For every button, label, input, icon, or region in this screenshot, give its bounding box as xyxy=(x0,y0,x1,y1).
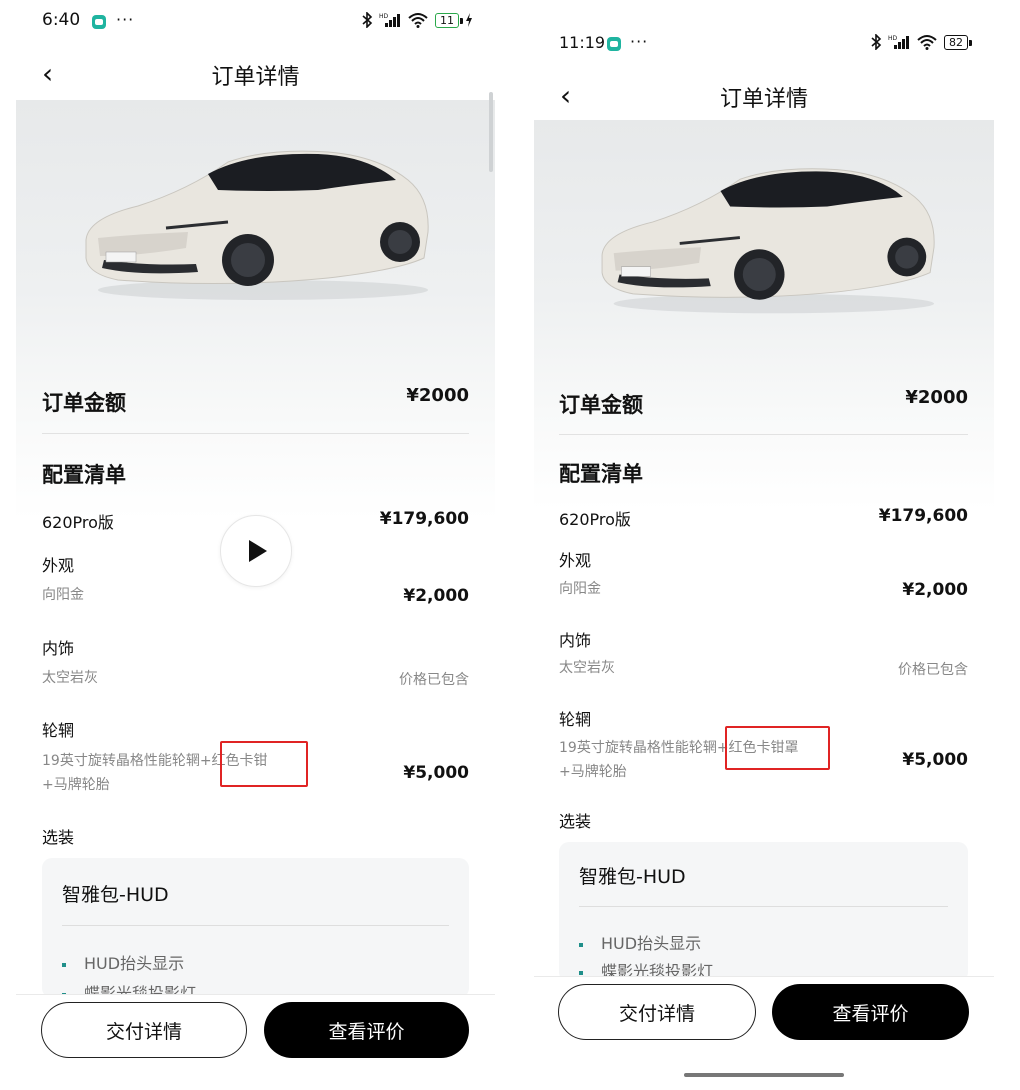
charging-icon xyxy=(466,13,472,27)
bluetooth-icon xyxy=(871,34,882,50)
divider xyxy=(559,434,968,435)
status-time: 6:40 xyxy=(42,10,81,30)
wheels-label: 轮辋 xyxy=(559,710,592,729)
scrollbar[interactable] xyxy=(489,92,493,172)
option-card[interactable]: 智雅包-HUD HUD抬头显示 蝶影光毯投影灯 xyxy=(42,858,469,998)
car-hero-image xyxy=(534,120,994,510)
highlight-box xyxy=(725,726,830,770)
config-title: 配置清单 xyxy=(42,463,126,487)
feature-item: HUD抬头显示 xyxy=(579,930,701,954)
exterior-value: 向阳金 xyxy=(42,587,84,603)
app-notification-icon xyxy=(607,37,621,51)
more-notifications-icon: ··· xyxy=(630,32,649,51)
order-amount-label: 订单金额 xyxy=(559,393,643,417)
exterior-value: 向阳金 xyxy=(559,581,601,597)
wifi-icon xyxy=(917,35,937,50)
version-label: 620Pro版 xyxy=(559,510,631,529)
exterior-price: ¥2,000 xyxy=(902,580,968,600)
page-title: 订单详情 xyxy=(211,65,300,90)
order-amount-value: ¥2000 xyxy=(406,385,469,406)
exterior-price: ¥2,000 xyxy=(403,586,469,606)
wheels-label: 轮辋 xyxy=(42,721,75,740)
bluetooth-icon xyxy=(362,12,373,28)
card-divider xyxy=(62,925,449,926)
bullet-icon xyxy=(579,942,583,947)
exterior-label: 外观 xyxy=(559,551,592,570)
signal-icon: HD xyxy=(379,13,400,27)
bullet-icon xyxy=(62,962,66,967)
page-title: 订单详情 xyxy=(719,87,808,112)
car-image xyxy=(601,168,935,314)
wheels-value-line2: +马牌轮胎 xyxy=(42,777,110,793)
interior-value: 太空岩灰 xyxy=(559,660,615,676)
order-amount-label: 订单金额 xyxy=(42,391,126,415)
wheels-value-line2: +马牌轮胎 xyxy=(559,764,627,780)
nav-bar: ‹ 订单详情 xyxy=(16,53,495,97)
view-review-button[interactable]: 查看评价 xyxy=(264,1002,469,1058)
order-amount-value: ¥2000 xyxy=(905,387,968,408)
interior-price: 价格已包含 xyxy=(399,672,469,688)
version-label: 620Pro版 xyxy=(42,513,114,532)
app-notification-icon xyxy=(92,15,106,29)
status-bar: 6:40 ··· HD 11 xyxy=(16,0,495,40)
nav-bar: ‹ 订单详情 xyxy=(534,75,994,119)
feature-item: HUD抬头显示 xyxy=(62,950,184,974)
car-hero-image xyxy=(16,100,495,520)
svg-text:HD: HD xyxy=(379,13,389,20)
interior-label: 内饰 xyxy=(559,631,592,650)
delivery-details-button[interactable]: 交付详情 xyxy=(41,1002,247,1058)
battery-icon: 82 xyxy=(944,34,972,50)
status-icons: HD 82 xyxy=(870,34,972,50)
car-image xyxy=(85,150,429,300)
highlight-box xyxy=(220,741,308,787)
signal-icon: HD xyxy=(888,35,909,49)
bottom-action-bar: 交付详情 查看评价 xyxy=(534,976,994,1090)
play-icon[interactable] xyxy=(220,515,292,587)
status-time: 11:19 xyxy=(559,33,606,52)
wheels-price: ¥5,000 xyxy=(902,750,968,770)
version-price: ¥179,600 xyxy=(379,509,469,529)
view-review-button[interactable]: 查看评价 xyxy=(772,984,969,1040)
card-divider xyxy=(579,906,948,907)
options-label: 选装 xyxy=(559,812,592,831)
bottom-action-bar: 交付详情 查看评价 xyxy=(16,994,495,1090)
svg-text:HD: HD xyxy=(888,35,898,42)
wheels-price: ¥5,000 xyxy=(403,763,469,783)
status-icons: HD 11 xyxy=(361,12,473,28)
options-label: 选装 xyxy=(42,828,75,847)
version-price: ¥179,600 xyxy=(878,506,968,526)
divider xyxy=(42,433,469,434)
status-bar: 11:19 ··· HD 82 xyxy=(534,0,994,52)
screenshot-left: 6:40 ··· HD 11 ‹ 订单详情 订单金额 ¥2000 配置清单 62… xyxy=(16,0,495,1090)
option-card-title: 智雅包-HUD xyxy=(579,866,686,888)
screenshot-right: 11:19 ··· HD 82 ‹ 订单详情 订单金额 ¥2000 配置清单 6… xyxy=(534,0,994,1090)
option-card-title: 智雅包-HUD xyxy=(62,884,169,906)
home-indicator[interactable] xyxy=(684,1073,844,1077)
option-card[interactable]: 智雅包-HUD HUD抬头显示 蝶影光毯投影灯 xyxy=(559,842,968,982)
delivery-details-button[interactable]: 交付详情 xyxy=(558,984,756,1040)
interior-label: 内饰 xyxy=(42,639,75,658)
config-title: 配置清单 xyxy=(559,462,643,486)
bullet-icon xyxy=(579,970,583,975)
exterior-label: 外观 xyxy=(42,556,75,575)
more-notifications-icon: ··· xyxy=(116,10,135,29)
wifi-icon xyxy=(408,13,428,28)
interior-value: 太空岩灰 xyxy=(42,670,98,686)
interior-price: 价格已包含 xyxy=(898,662,968,678)
battery-icon: 11 xyxy=(435,12,463,28)
